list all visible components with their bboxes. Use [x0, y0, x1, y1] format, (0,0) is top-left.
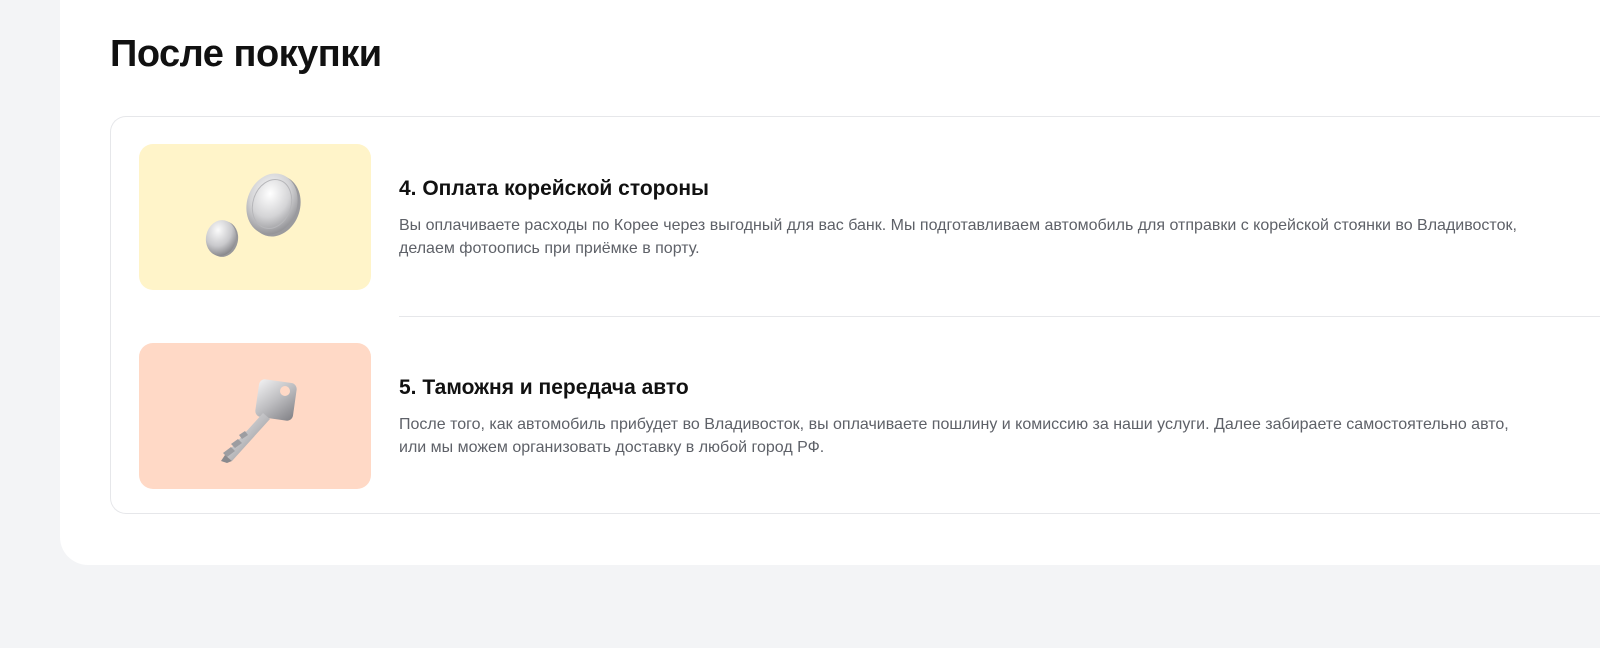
key-icon — [221, 379, 297, 463]
step-text: 4. Оплата корейской стороны Вы оплачивае… — [399, 176, 1529, 260]
step-item-customs-handover: 5. Таможня и передача авто После того, к… — [111, 343, 1600, 489]
section-title: После покупки — [110, 33, 382, 75]
step-image — [139, 343, 371, 489]
step-item-korea-payment: 4. Оплата корейской стороны Вы оплачивае… — [111, 144, 1600, 290]
step-title: 4. Оплата корейской стороны — [399, 177, 709, 200]
step-text: 5. Таможня и передача авто После того, к… — [399, 375, 1529, 459]
step-image — [139, 144, 371, 290]
step-divider — [399, 316, 1600, 317]
page: После покупки 4. Оплата корейской сторон… — [0, 0, 1600, 648]
coins-icon — [205, 173, 301, 257]
steps-card: 4. Оплата корейской стороны Вы оплачивае… — [110, 116, 1600, 514]
step-description: Вы оплачиваете расходы по Корее через вы… — [399, 217, 1517, 257]
step-description: После того, как автомобиль прибудет во В… — [399, 416, 1509, 456]
step-title: 5. Таможня и передача авто — [399, 376, 689, 399]
